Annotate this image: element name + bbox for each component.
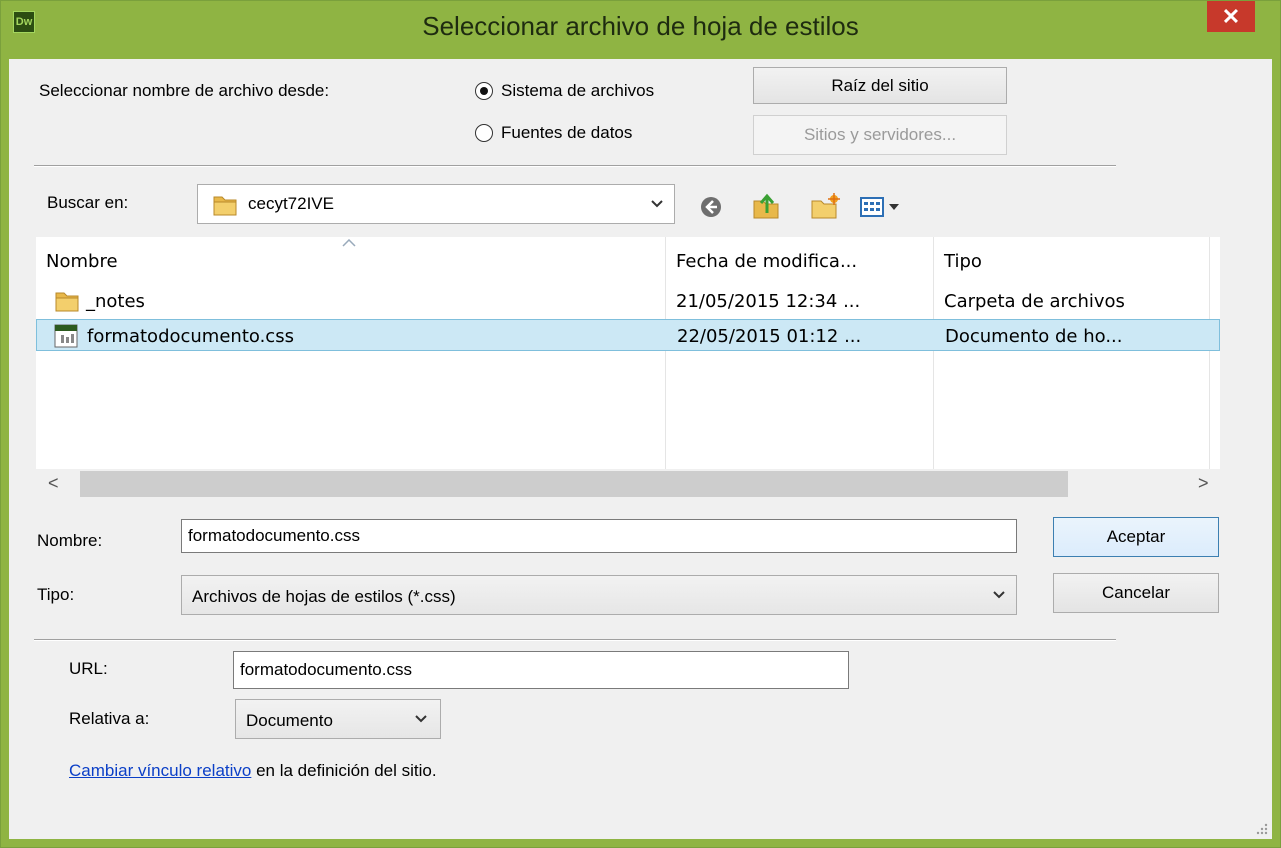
name-label: Nombre: [37,531,103,550]
radio-datasources[interactable] [475,124,493,142]
source-label: Seleccionar nombre de archivo desde: [39,81,330,100]
lookin-combo[interactable]: cecyt72IVE [197,184,675,224]
close-button[interactable]: ✕ [1207,1,1255,32]
scroll-left-arrow-icon[interactable]: < [48,473,59,494]
scroll-right-arrow-icon[interactable]: > [1198,473,1209,494]
url-input[interactable]: formatodocumento.css [233,651,849,689]
chevron-down-icon [992,576,1006,614]
file-name: _notes [86,290,145,312]
file-type: Carpeta de archivos [944,290,1125,312]
lookin-label: Buscar en: [47,193,129,212]
relative-select[interactable]: Documento [235,699,441,739]
filetype-value: Archivos de hojas de estilos (*.css) [192,587,456,606]
column-header-date[interactable]: Fecha de modifica... [666,237,934,285]
cancel-button[interactable]: Cancelar [1053,573,1219,613]
horizontal-scrollbar[interactable]: < > [36,469,1220,503]
column-divider [933,237,934,469]
radio-filesystem-label[interactable]: Sistema de archivos [501,81,654,101]
footer-text: en la definición del sitio. [256,761,437,780]
column-divider [1209,237,1210,469]
file-date: 22/05/2015 01:12 ... [677,325,862,347]
chevron-down-icon [414,700,428,738]
view-menu-button[interactable] [859,195,907,219]
footer-line: Cambiar vínculo relativo en la definició… [69,761,437,781]
radio-filesystem[interactable] [475,82,493,100]
css-file-icon [54,324,78,348]
filename-input[interactable]: formatodocumento.css [181,519,1017,553]
back-icon[interactable] [699,195,723,219]
scrollbar-thumb[interactable] [80,471,1068,497]
title-bar[interactable]: Dw Seleccionar archivo de hoja de estilo… [1,1,1280,59]
url-label: URL: [69,659,108,678]
list-item-selected[interactable]: formatodocumento.css 22/05/2015 01:12 ..… [36,319,1220,351]
file-name: formatodocumento.css [87,325,294,347]
new-folder-icon[interactable] [809,191,841,221]
separator-bottom [34,639,1116,641]
chevron-down-icon [650,185,664,223]
file-list[interactable]: Nombre Fecha de modifica... Tipo _notes … [36,237,1220,469]
folder-icon [55,292,79,312]
accept-button[interactable]: Aceptar [1053,517,1219,557]
file-type: Documento de ho... [945,325,1123,347]
separator-top [34,165,1116,167]
column-header-type[interactable]: Tipo [934,237,1220,285]
filetype-select[interactable]: Archivos de hojas de estilos (*.css) [181,575,1017,615]
radio-datasources-label[interactable]: Fuentes de datos [501,123,632,143]
column-divider [665,237,666,469]
sort-ascending-icon [342,239,356,247]
resize-grip-icon[interactable] [1256,823,1268,835]
lookin-value: cecyt72IVE [248,194,334,213]
change-relative-link[interactable]: Cambiar vínculo relativo [69,761,251,780]
dialog-body: Seleccionar nombre de archivo desde: Sis… [9,59,1272,839]
type-label: Tipo: [37,585,75,604]
list-item[interactable]: _notes 21/05/2015 12:34 ... Carpeta de a… [36,285,1220,317]
up-folder-icon[interactable] [751,191,781,221]
file-date: 21/05/2015 12:34 ... [676,290,861,312]
site-root-button[interactable]: Raíz del sitio [753,67,1007,104]
relative-label: Relativa a: [69,709,150,728]
dialog-window: Dw Seleccionar archivo de hoja de estilo… [0,0,1281,848]
dialog-title: Seleccionar archivo de hoja de estilos [422,11,859,41]
folder-icon [213,196,237,216]
relative-value: Documento [246,711,333,730]
view-grid-icon [860,197,899,217]
sites-servers-button[interactable]: Sitios y servidores... [753,115,1007,155]
